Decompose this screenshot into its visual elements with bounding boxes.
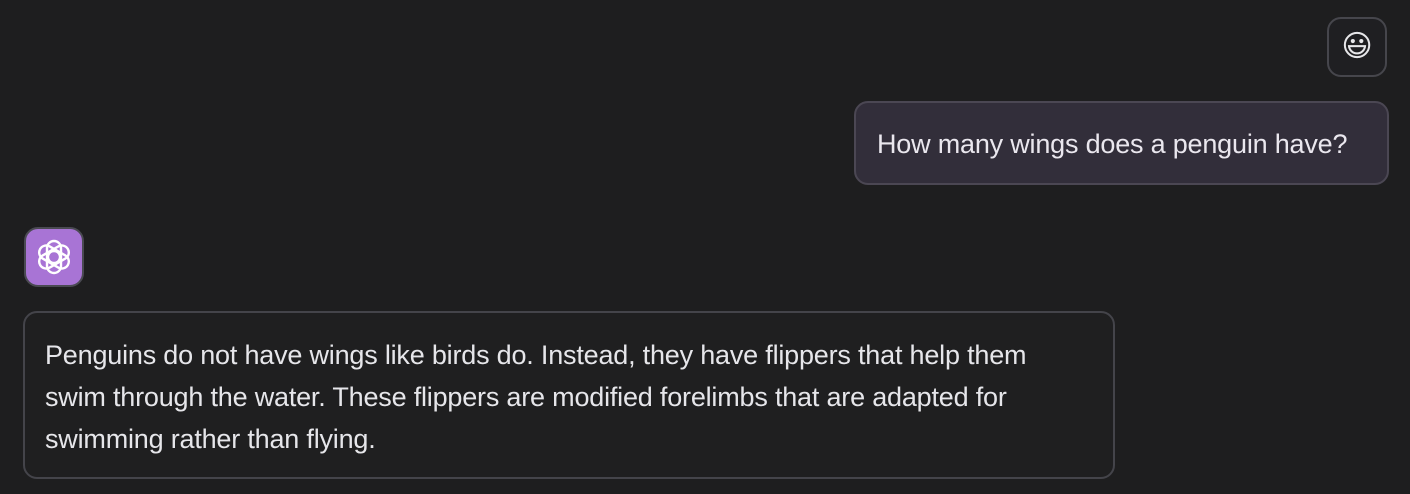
chat-container: 😃 How many wings does a penguin have? Pe…	[0, 0, 1410, 494]
openai-logo-icon	[38, 239, 70, 275]
user-avatar: 😃	[1327, 17, 1387, 77]
user-message-text: How many wings does a penguin have?	[877, 129, 1348, 159]
user-message-bubble: How many wings does a penguin have?	[854, 101, 1389, 185]
smiley-face-emoji-icon: 😃	[1341, 30, 1373, 63]
assistant-message-bubble: Penguins do not have wings like birds do…	[23, 311, 1115, 479]
assistant-message-text: Penguins do not have wings like birds do…	[45, 340, 1027, 454]
assistant-avatar	[24, 227, 84, 287]
